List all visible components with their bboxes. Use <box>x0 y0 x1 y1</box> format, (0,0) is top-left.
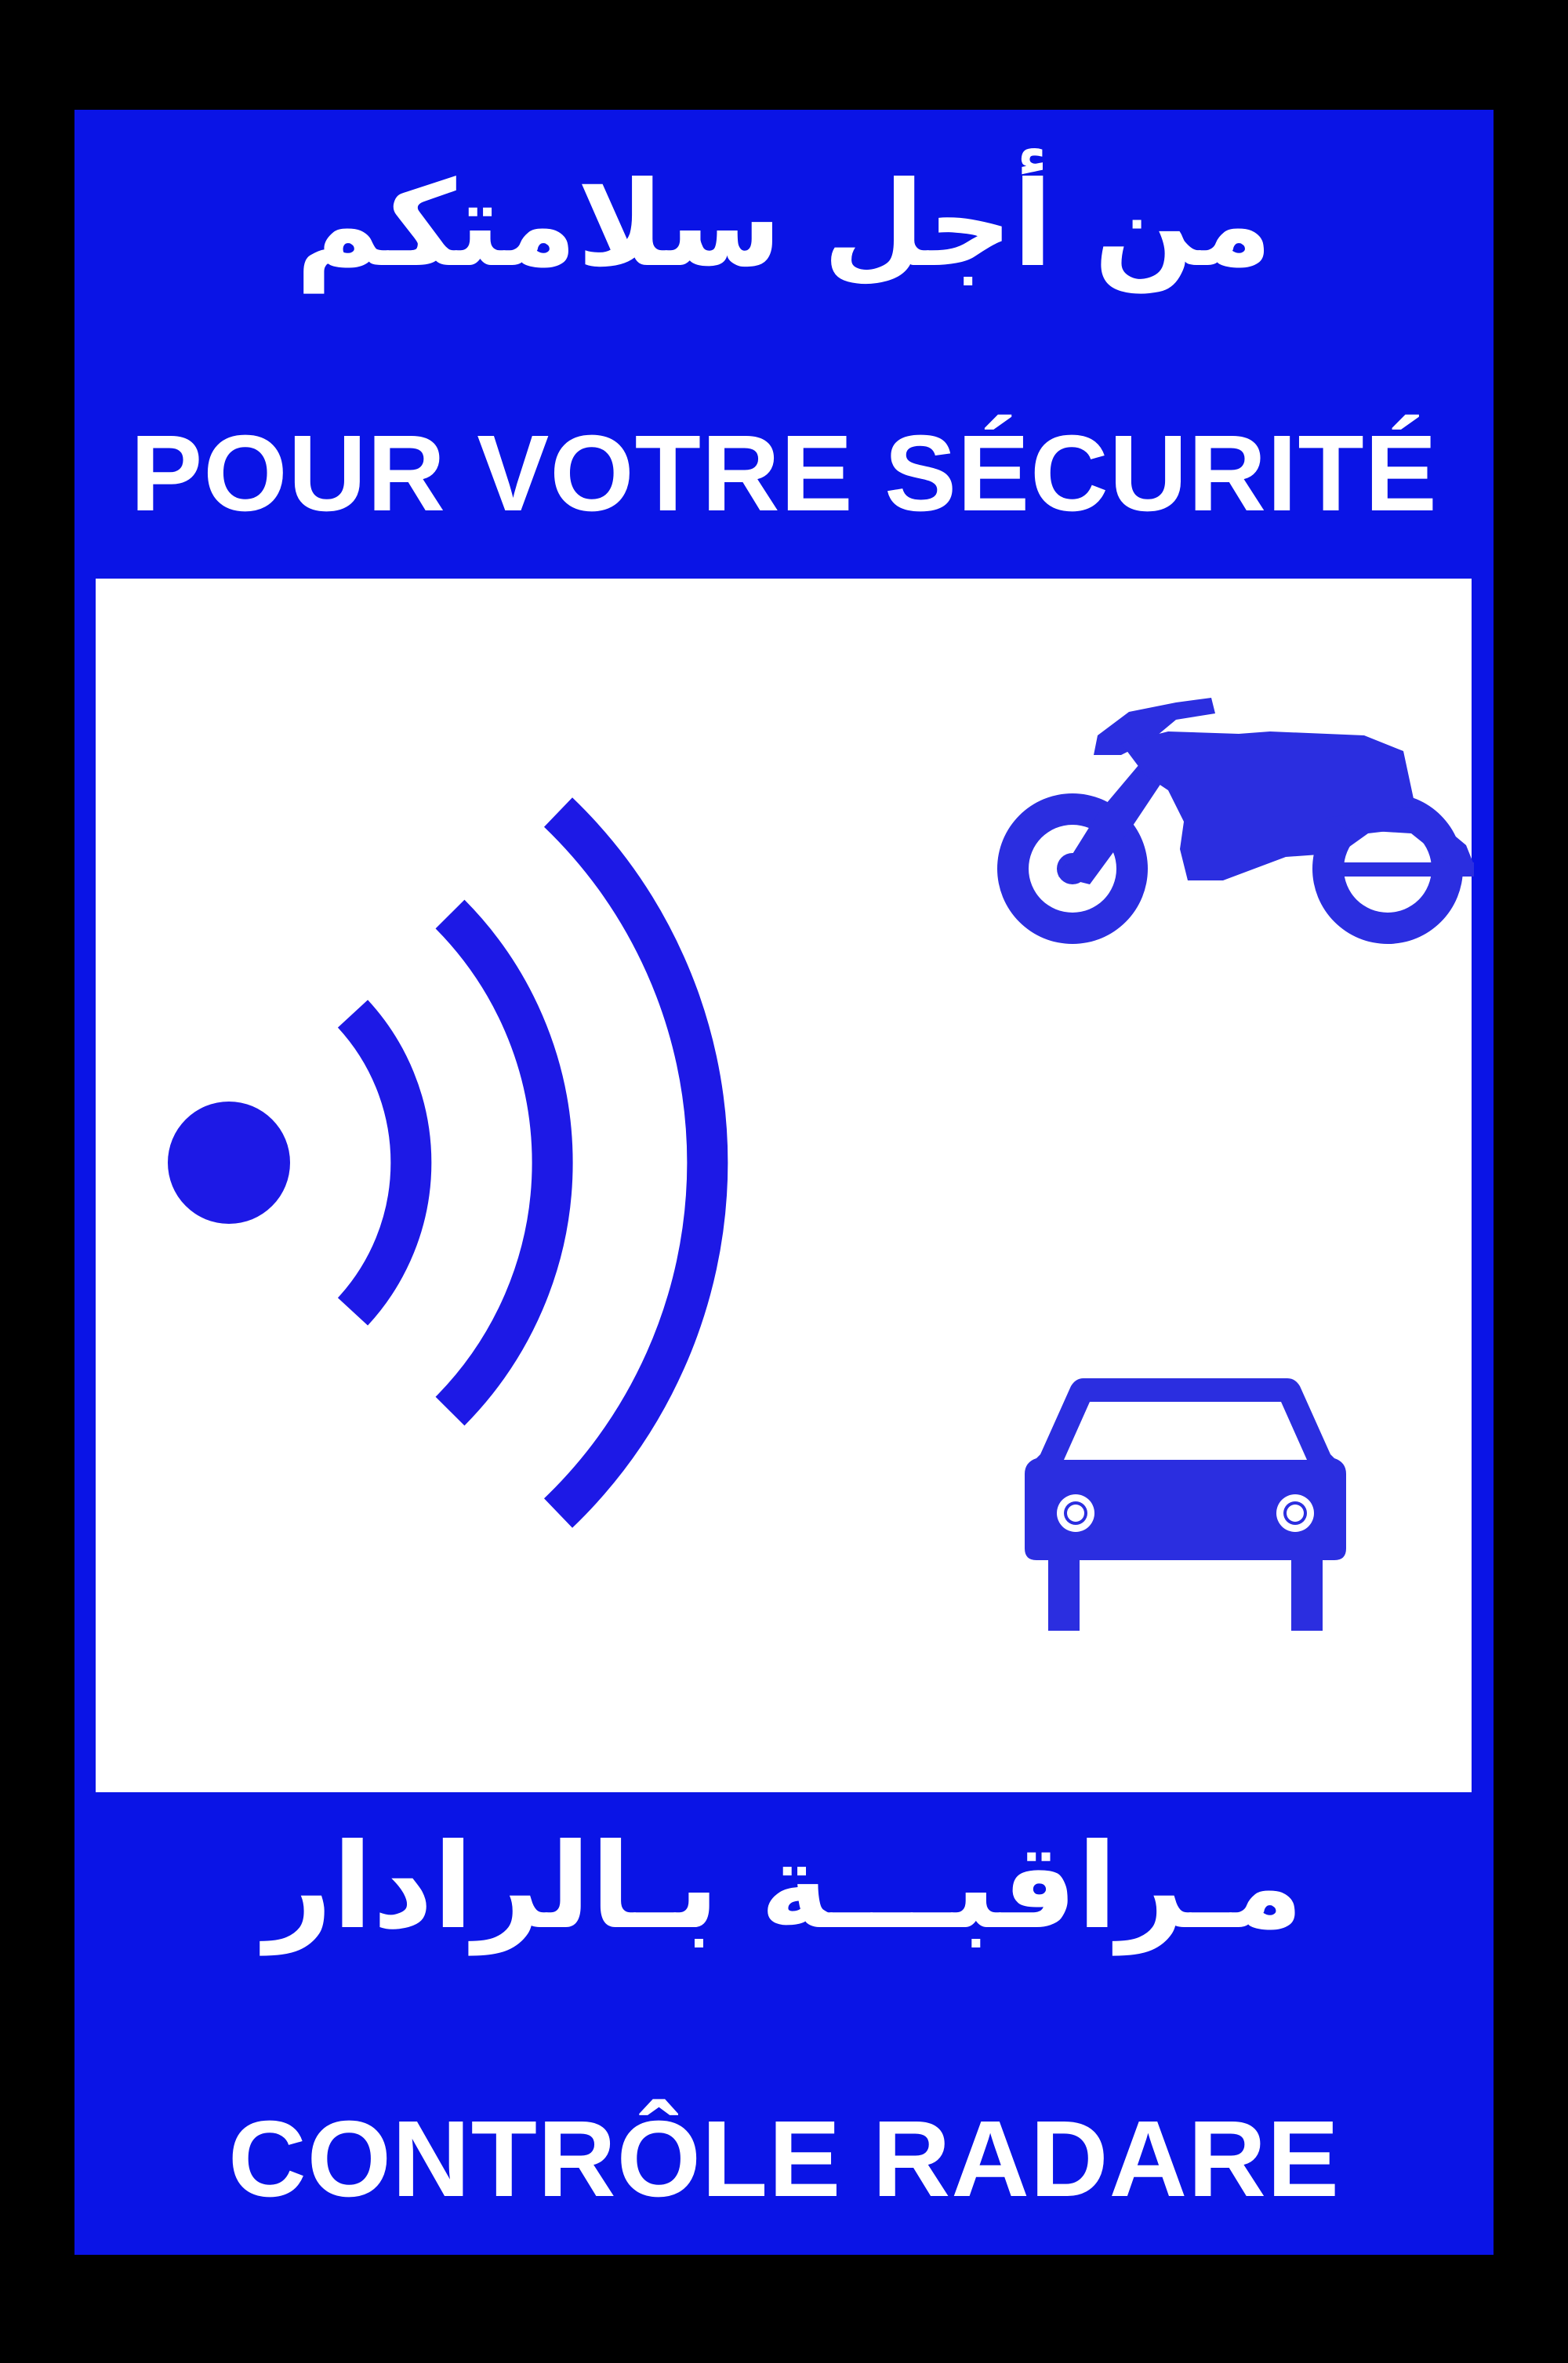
french-subheading: CONTRÔLE RADARE <box>228 2099 1340 2220</box>
radar-wave-small <box>337 1000 432 1326</box>
car-icon <box>1025 1378 1346 1631</box>
arabic-subheading: مـراقبـــة بـالرادار <box>264 1819 1304 1955</box>
french-heading: POUR VOTRE SÉCURITÉ <box>130 413 1438 534</box>
pictogram-panel <box>96 579 1474 1792</box>
motorcycle-icon <box>997 698 1474 944</box>
radar-wave-medium <box>435 899 573 1426</box>
arabic-heading: من أجل سلامتكم <box>295 157 1273 293</box>
radar-source-dot <box>168 1102 290 1224</box>
radar-wave-large <box>543 797 728 1528</box>
radar-waves-icon <box>168 797 728 1528</box>
radar-warning-sign: من أجل سلامتكم POUR VOTRE SÉCURITÉ مـراق… <box>74 110 1494 2255</box>
